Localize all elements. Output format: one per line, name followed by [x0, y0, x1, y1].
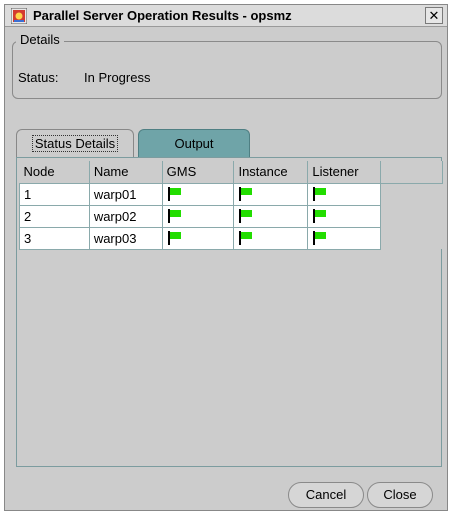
details-legend: Details	[16, 32, 64, 47]
cell-listener[interactable]	[307, 226, 382, 250]
window-title: Parallel Server Operation Results - opsm…	[33, 8, 292, 23]
green-flag-icon	[313, 187, 327, 201]
green-flag-icon	[167, 187, 181, 201]
window-close-button[interactable]: ✕	[425, 7, 443, 24]
cell-instance[interactable]	[233, 204, 309, 228]
tab-status-details[interactable]: Status Details	[16, 129, 134, 157]
table-row[interactable]: 1 warp01	[19, 182, 443, 206]
cell-node[interactable]: 3	[19, 226, 90, 250]
status-label: Status:	[18, 70, 59, 85]
green-flag-icon	[167, 209, 181, 223]
cell-name[interactable]: warp03	[88, 226, 163, 250]
green-flag-icon	[313, 209, 327, 223]
green-flag-icon	[239, 231, 253, 245]
cell-name[interactable]: warp01	[88, 182, 163, 206]
cell-name[interactable]: warp02	[88, 204, 163, 228]
close-button[interactable]: Close	[367, 482, 433, 508]
column-header-filler	[380, 161, 443, 184]
tab-output[interactable]: Output	[138, 129, 250, 157]
tab-status-details-label: Status Details	[31, 135, 119, 152]
column-header-node[interactable]: Node	[19, 161, 90, 184]
row-filler	[380, 183, 443, 205]
column-header-gms[interactable]: GMS	[162, 161, 235, 184]
column-header-listener[interactable]: Listener	[307, 161, 382, 184]
status-details-panel: Node Name GMS Instance Listener 1 warp01	[16, 157, 443, 467]
table-row[interactable]: 3 warp03	[19, 226, 443, 250]
green-flag-icon	[313, 231, 327, 245]
app-icon	[11, 8, 27, 24]
green-flag-icon	[239, 187, 253, 201]
status-value: In Progress	[84, 70, 151, 85]
cell-gms[interactable]	[161, 204, 235, 228]
title-bar[interactable]: Parallel Server Operation Results - opsm…	[5, 5, 447, 27]
table-row[interactable]: 2 warp02	[19, 204, 443, 228]
cell-gms[interactable]	[161, 182, 235, 206]
green-flag-icon	[167, 231, 181, 245]
node-status-table: Node Name GMS Instance Listener 1 warp01	[19, 161, 443, 250]
green-flag-icon	[239, 209, 253, 223]
cell-node[interactable]: 1	[19, 182, 90, 206]
row-filler	[380, 227, 443, 249]
cell-listener[interactable]	[307, 182, 382, 206]
cell-instance[interactable]	[233, 182, 309, 206]
row-filler	[380, 205, 443, 227]
cell-gms[interactable]	[161, 226, 235, 250]
cell-listener[interactable]	[307, 204, 382, 228]
cancel-button[interactable]: Cancel	[288, 482, 364, 508]
column-header-name[interactable]: Name	[89, 161, 163, 184]
table-header-row: Node Name GMS Instance Listener	[19, 161, 443, 184]
tab-output-label: Output	[174, 136, 214, 151]
dialog-window: Parallel Server Operation Results - opsm…	[4, 4, 448, 511]
cell-instance[interactable]	[233, 226, 309, 250]
column-header-instance[interactable]: Instance	[233, 161, 309, 184]
cell-node[interactable]: 2	[19, 204, 90, 228]
details-group	[12, 41, 442, 99]
